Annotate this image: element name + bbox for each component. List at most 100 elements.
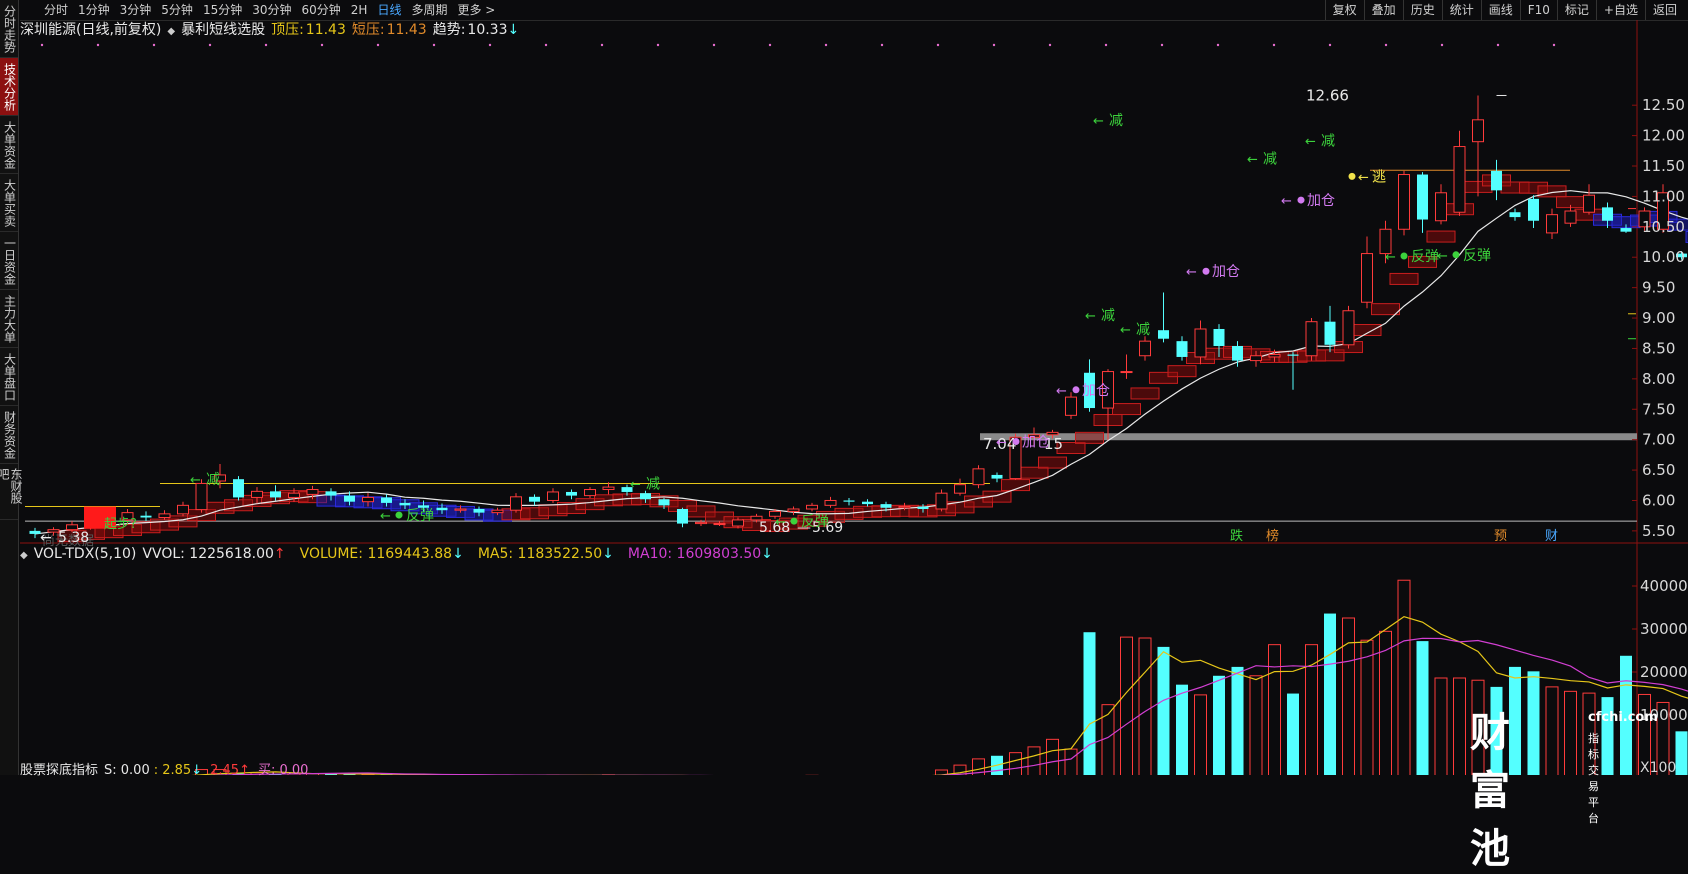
top-dot-marker [1217, 44, 1219, 46]
top-dot-marker [209, 44, 211, 46]
trend-band-box [1205, 348, 1233, 359]
trend-band-box [188, 510, 216, 521]
trend-band-box [891, 505, 919, 516]
left-arrow-icon: ← [1186, 265, 1197, 280]
volume-bar [1676, 731, 1688, 775]
left-arrow-icon: ← [1358, 170, 1369, 185]
period-tab[interactable]: 多周期 [411, 0, 447, 20]
price-tick-label: 12.00 [1642, 127, 1685, 145]
candle-body [48, 530, 59, 532]
tool-button[interactable]: F10 [1520, 0, 1557, 20]
period-tab[interactable]: 1分钟 [78, 0, 110, 20]
candle-body [677, 509, 688, 524]
start-signal-block [84, 507, 116, 529]
tool-button[interactable]: 复权 [1325, 0, 1364, 20]
diamond-icon: ◆ [167, 26, 175, 37]
trend-band-box [650, 496, 678, 507]
left-arrow-icon: ← [1085, 309, 1096, 324]
period-tab[interactable]: 3分钟 [120, 0, 152, 20]
indicator-name[interactable]: 暴利短线选股 [181, 22, 265, 38]
trend-band-box [1372, 304, 1400, 315]
sidebar-item[interactable]: 大单盘口 [0, 348, 18, 406]
left-arrow-icon: ← [1305, 134, 1316, 149]
jiacang-dot [1298, 197, 1305, 204]
price-tick-label: 9.50 [1642, 279, 1675, 297]
period-tab[interactable]: 更多 > [457, 0, 495, 20]
tool-button[interactable]: 历史 [1403, 0, 1442, 20]
sidebar-item[interactable]: 大单资金 [0, 116, 18, 174]
period-tab[interactable]: 15分钟 [203, 0, 242, 20]
left-arrow-icon: ← [1385, 250, 1396, 265]
jiacang-dot [1013, 438, 1020, 445]
candle-body [1491, 171, 1502, 190]
period-tab[interactable]: 日线 [377, 0, 401, 20]
trend-band-box [410, 503, 438, 514]
candle-body [1214, 329, 1225, 346]
trend-band-box [743, 520, 771, 531]
trend-band-box [724, 517, 752, 528]
candle-body [344, 496, 355, 502]
bottom-buy-value: 买: 0.00 [258, 763, 308, 778]
sidebar-item[interactable]: 分时走势 [0, 0, 18, 58]
stock-title[interactable]: 深圳能源(日线,前复权) [20, 22, 161, 38]
period-tab[interactable]: 60分钟 [302, 0, 341, 20]
price-tick-label: 11.00 [1642, 187, 1685, 205]
period-tab[interactable]: 分时 [44, 0, 68, 20]
volume-bar [1306, 645, 1318, 775]
candle-body [1584, 195, 1595, 212]
trend-band-box [706, 512, 734, 523]
tool-button[interactable]: 标记 [1557, 0, 1596, 20]
tool-button[interactable]: 画线 [1481, 0, 1520, 20]
price-tick-label: 7.50 [1642, 400, 1675, 418]
candle-body [215, 475, 226, 481]
candle-body [1251, 356, 1262, 361]
candle-body [307, 490, 318, 495]
qibu-label: 起步? [104, 517, 137, 532]
tool-button[interactable]: +自选 [1596, 0, 1645, 20]
trend-band-box [465, 509, 493, 520]
candle-body [714, 524, 725, 525]
sidebar-item[interactable]: 一日资金 [0, 232, 18, 290]
sidebar-item[interactable]: 大单买卖 [0, 174, 18, 232]
top-dot-marker [1273, 44, 1275, 46]
top-dot-marker [153, 44, 155, 46]
candle-body [770, 511, 781, 516]
candle-body [1158, 330, 1169, 339]
volume-indicator-name[interactable]: VOL-TDX(5,10) [34, 546, 137, 562]
volume-bar [1028, 747, 1040, 775]
trend-band-box [632, 494, 660, 505]
bottom-indicator-name[interactable]: 股票探底指标 [20, 763, 98, 778]
trend-band-box [1649, 211, 1677, 222]
fantan-dot [1401, 253, 1408, 260]
volume-bar [936, 770, 948, 775]
sidebar-item[interactable]: 技术分析 [0, 58, 18, 116]
period-tab[interactable]: 2H [351, 0, 368, 20]
trend-band-box [521, 508, 549, 519]
top-dot-marker [489, 44, 491, 46]
candle-body [1066, 397, 1077, 415]
volume-bar [1010, 753, 1022, 775]
candle-body [955, 485, 966, 494]
trend-band-box [1631, 215, 1659, 226]
top-dot-marker [1385, 44, 1387, 46]
price-tick-label: 9.00 [1642, 309, 1675, 327]
period-tab[interactable]: 30分钟 [252, 0, 291, 20]
volume-bar [1528, 671, 1540, 775]
candle-body [67, 525, 78, 530]
top-dot-marker [713, 44, 715, 46]
sidebar-item[interactable]: 财务资金 [0, 406, 18, 464]
top-dot-marker [601, 44, 603, 46]
period-tab[interactable]: 5分钟 [161, 0, 193, 20]
trend-arrow-icon: ↓ [508, 22, 520, 38]
tool-button[interactable]: 统计 [1442, 0, 1481, 20]
trend-band-box [1557, 197, 1585, 208]
candle-body [733, 520, 744, 526]
tool-button[interactable]: 叠加 [1364, 0, 1403, 20]
tool-button[interactable]: 返回 [1645, 0, 1684, 20]
sidebar-item[interactable]: 东财股吧 [0, 464, 18, 520]
price-tick-label: 5.50 [1642, 522, 1675, 540]
kline-chart[interactable]: 起步?尚无数据←5.3812.665.68—5.697.0415←减←减←减←减… [0, 0, 1688, 775]
left-arrow-icon: ← [380, 509, 391, 524]
sidebar-item[interactable]: 主力大单 [0, 290, 18, 348]
trend-band-box [965, 496, 993, 507]
